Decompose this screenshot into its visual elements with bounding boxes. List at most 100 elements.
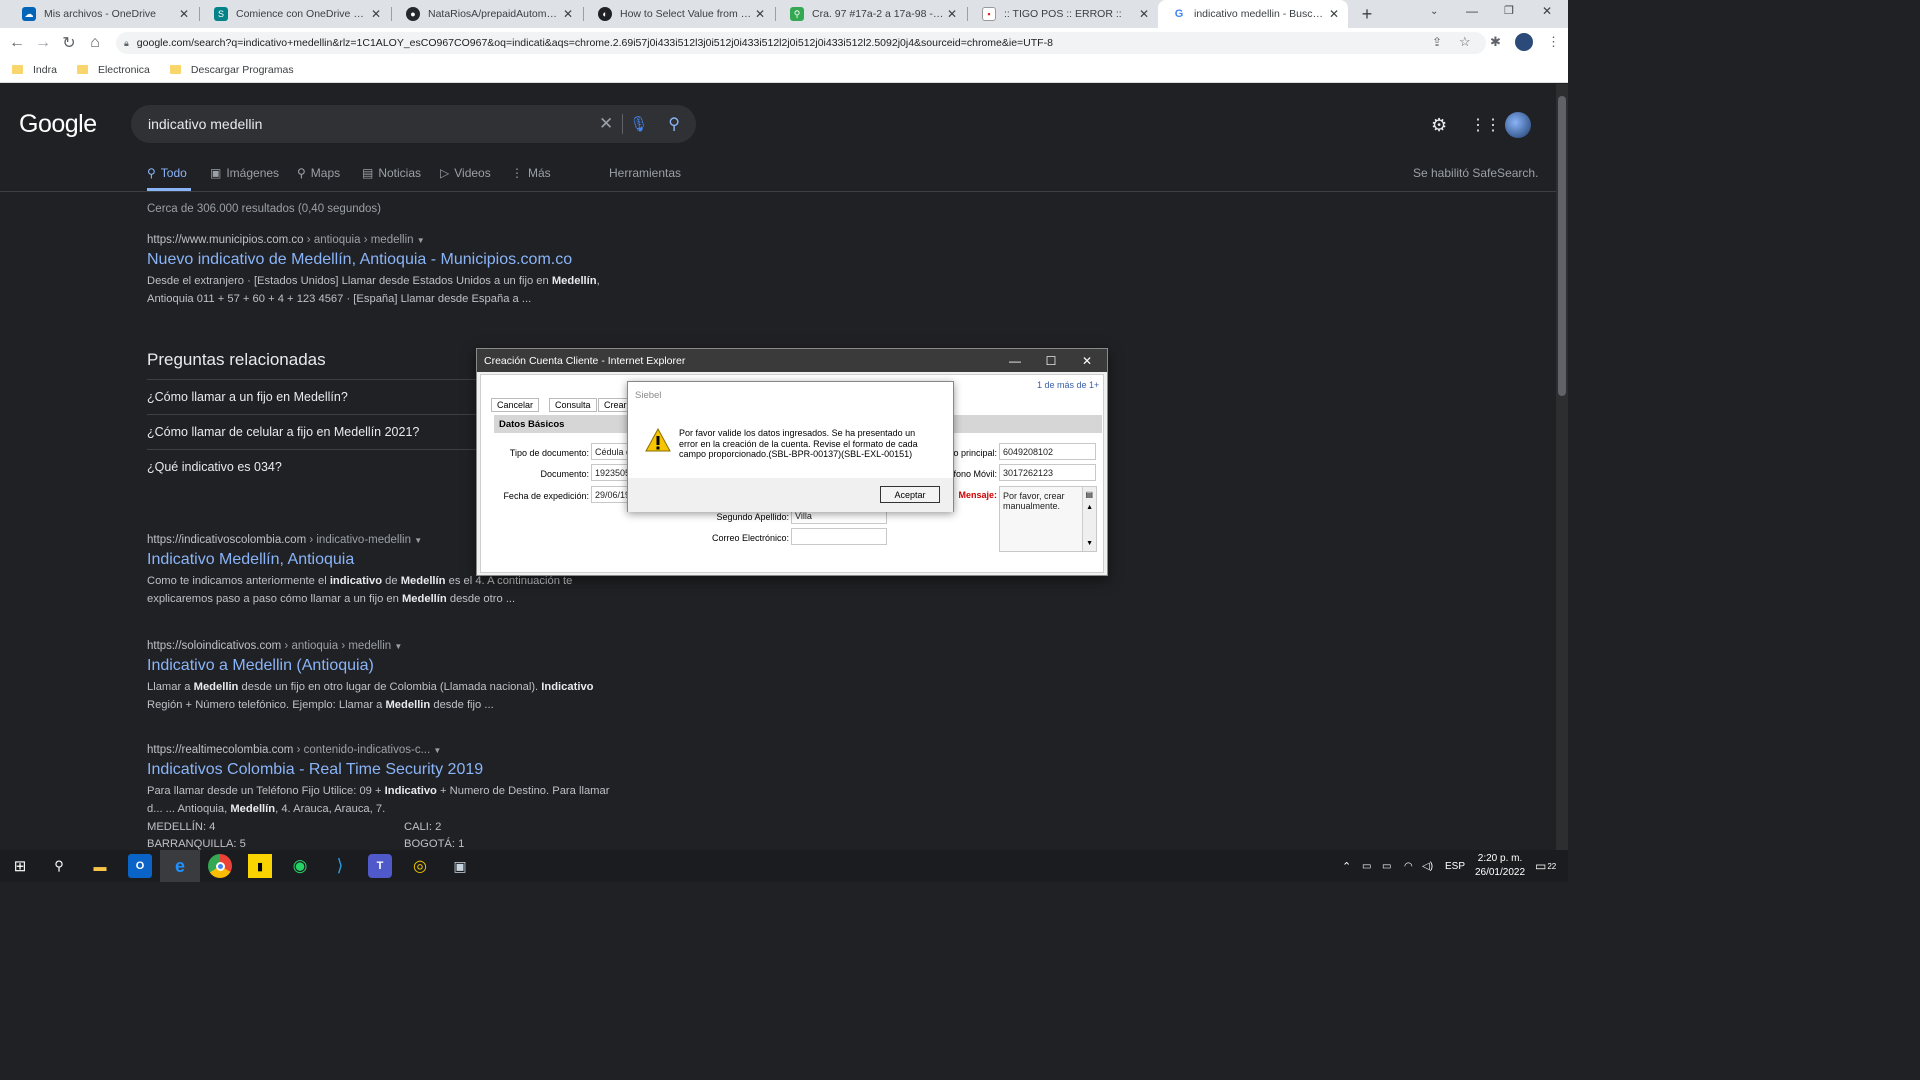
cancel-button[interactable]: Cancelar <box>491 398 540 412</box>
minimize-icon[interactable]: — <box>1466 4 1478 18</box>
settings-gear-icon[interactable]: ⚙ <box>1431 115 1447 136</box>
bookmark-electronica[interactable]: Electronica <box>76 64 150 76</box>
maximize-icon[interactable]: ☐ <box>1033 349 1069 372</box>
search-icon[interactable]: ⚲ <box>668 114 680 134</box>
outlook-icon[interactable]: O <box>128 854 152 878</box>
tab-sharepoint[interactable]: S Comience con OneDrive para la ✕ <box>200 0 390 28</box>
microphone-icon[interactable]: 🎙︎ <box>629 115 648 133</box>
notifications-icon[interactable]: ▭ 22 <box>1535 850 1556 882</box>
internet-explorer-icon[interactable]: e <box>160 850 200 882</box>
related-question[interactable]: ¿Qué indicativo es 034? <box>147 449 477 484</box>
tab-search-icon[interactable]: ⌄ <box>1430 6 1438 17</box>
reload-icon[interactable]: ↻ <box>56 30 82 56</box>
search-input[interactable]: indicativo medellin ✕ 🎙︎ ⚲ <box>131 105 696 143</box>
google-logo[interactable]: Google <box>19 110 97 139</box>
related-question[interactable]: ¿Cómo llamar a un fijo en Medellín? <box>147 379 477 414</box>
extensions-icon[interactable]: ✱ <box>1490 34 1501 50</box>
forward-icon[interactable]: → <box>30 30 56 56</box>
expand-icon[interactable]: ▤ <box>1085 490 1093 499</box>
tab-noticias[interactable]: ▤ Noticias <box>362 166 421 180</box>
tab-maps[interactable]: ⚲ Cra. 97 #17a-2 a 17a-98 - Goog ✕ <box>776 0 966 28</box>
show-hidden-icons[interactable]: ⌃ <box>1342 850 1351 882</box>
profile-avatar[interactable] <box>1515 33 1533 51</box>
dropdown-arrow-icon[interactable]: ▼ <box>417 236 425 245</box>
close-tab-icon[interactable]: ✕ <box>1136 7 1152 21</box>
scroll-up-icon[interactable]: ▲ <box>1086 504 1093 511</box>
snippet-text: desde fijo ... <box>430 699 494 711</box>
bookmark-descargar-programas[interactable]: Descargar Programas <box>169 64 294 76</box>
new-tab-button[interactable]: + <box>1358 5 1376 23</box>
query-button[interactable]: Consulta <box>549 398 597 412</box>
close-tab-icon[interactable]: ✕ <box>560 7 576 21</box>
account-avatar[interactable] <box>1505 112 1531 138</box>
back-icon[interactable]: ← <box>4 30 30 56</box>
bookmark-indra[interactable]: Indra <box>12 64 57 76</box>
tab-imagenes[interactable]: ▣ Imágenes <box>210 166 279 180</box>
result-url[interactable]: https://soloindicativos.com › antioquia … <box>147 640 627 652</box>
language-indicator[interactable]: ESP <box>1445 850 1465 882</box>
message-textarea[interactable]: Por favor, crear manualmente. ▤ ▲ ▼ <box>999 486 1097 552</box>
wifi-icon[interactable]: ◠ <box>1404 850 1413 882</box>
volume-icon[interactable]: ◁) <box>1422 850 1433 882</box>
remote-desktop-icon[interactable]: ▣ <box>448 854 472 878</box>
chrome-menu-icon[interactable]: ⋮ <box>1547 34 1560 50</box>
file-explorer-icon[interactable]: ▬ <box>88 854 112 878</box>
clock[interactable]: 2:20 p. m. 26/01/2022 <box>1472 850 1528 882</box>
close-tab-icon[interactable]: ✕ <box>1326 7 1342 21</box>
safesearch-notice[interactable]: Se habilitó SafeSearch. <box>1413 166 1538 180</box>
email-field[interactable] <box>791 528 887 545</box>
result-url[interactable]: https://www.municipios.com.co › antioqui… <box>147 234 627 246</box>
sticky-notes-icon[interactable]: ▮ <box>248 854 272 878</box>
document-number-field[interactable]: 1923505 <box>591 464 631 481</box>
close-window-icon[interactable]: ✕ <box>1069 349 1105 372</box>
main-phone-field[interactable]: 6049208102 <box>999 443 1096 460</box>
whatsapp-icon[interactable]: ◉ <box>288 854 312 878</box>
search-icon[interactable]: ⚲ <box>47 854 71 878</box>
home-icon[interactable]: ⌂ <box>82 30 108 56</box>
battery-icon[interactable]: ▭ <box>1382 850 1391 882</box>
result-title[interactable]: Indicativos Colombia - Real Time Securit… <box>147 761 627 779</box>
bookmark-star-icon[interactable]: ☆ <box>1459 34 1471 50</box>
mobile-phone-field[interactable]: 3017262123 <box>999 464 1096 481</box>
windows-start-icon[interactable]: ⊞ <box>8 854 32 878</box>
accept-button[interactable]: Aceptar <box>880 486 940 503</box>
minimize-icon[interactable]: — <box>997 349 1033 372</box>
url-host: https://realtimecolombia.com <box>147 744 294 756</box>
tab-tigo-pos[interactable]: ▪ :: TIGO POS :: ERROR :: ✕ <box>968 0 1158 28</box>
dropdown-arrow-icon[interactable]: ▼ <box>394 642 402 651</box>
tab-onedrive[interactable]: ☁ Mis archivos - OneDrive ✕ <box>8 0 198 28</box>
related-question[interactable]: ¿Cómo llamar de celular a fijo en Medell… <box>147 414 477 449</box>
close-tab-icon[interactable]: ✕ <box>944 7 960 21</box>
dropdown-arrow-icon[interactable]: ▼ <box>433 746 441 755</box>
share-icon[interactable]: ⇪ <box>1432 35 1442 49</box>
camera-icon[interactable]: ▭ <box>1362 850 1371 882</box>
tab-google-search[interactable]: G indicativo medellin - Buscar con ✕ <box>1158 0 1348 28</box>
dropdown-arrow-icon[interactable]: ▼ <box>414 536 422 545</box>
close-tab-icon[interactable]: ✕ <box>752 7 768 21</box>
clear-icon[interactable]: ✕ <box>599 114 613 134</box>
tab-dropdown-article[interactable]: ◐ How to Select Value from DropD ✕ <box>584 0 774 28</box>
tab-videos[interactable]: ▷ Videos <box>440 166 491 180</box>
document-type-field[interactable]: Cédula d <box>591 443 631 460</box>
tab-maps[interactable]: ⚲ Maps <box>297 166 340 180</box>
result-title[interactable]: Indicativo a Medellin (Antioquia) <box>147 657 627 675</box>
address-bar[interactable]: 🔒︎ google.com/search?q=indicativo+medell… <box>116 32 1486 54</box>
scrollbar-thumb[interactable] <box>1558 96 1566 396</box>
scroll-down-icon[interactable]: ▼ <box>1086 540 1093 547</box>
teams-icon[interactable]: T <box>368 854 392 878</box>
result-title[interactable]: Nuevo indicativo de Medellín, Antioquia … <box>147 251 627 269</box>
close-tab-icon[interactable]: ✕ <box>176 7 192 21</box>
issue-date-field[interactable]: 29/06/19 <box>591 486 631 503</box>
tab-title: :: TIGO POS :: ERROR :: <box>1004 8 1122 20</box>
vscode-icon[interactable]: ⟩ <box>328 854 352 878</box>
tab-todo[interactable]: ⚲ Todo <box>147 166 187 180</box>
close-tab-icon[interactable]: ✕ <box>368 7 384 21</box>
tab-mas[interactable]: ⋮ Más <box>511 166 551 180</box>
tab-github[interactable]: ● NataRiosA/prepaidAutomation ✕ <box>392 0 582 28</box>
result-url[interactable]: https://realtimecolombia.com › contenido… <box>147 744 627 756</box>
close-window-icon[interactable]: ✕ <box>1542 4 1552 18</box>
restore-icon[interactable]: ❐ <box>1504 4 1514 17</box>
chrome-icon[interactable] <box>208 854 232 878</box>
app-icon[interactable]: ◎ <box>408 854 432 878</box>
tools-button[interactable]: Herramientas <box>609 166 681 180</box>
